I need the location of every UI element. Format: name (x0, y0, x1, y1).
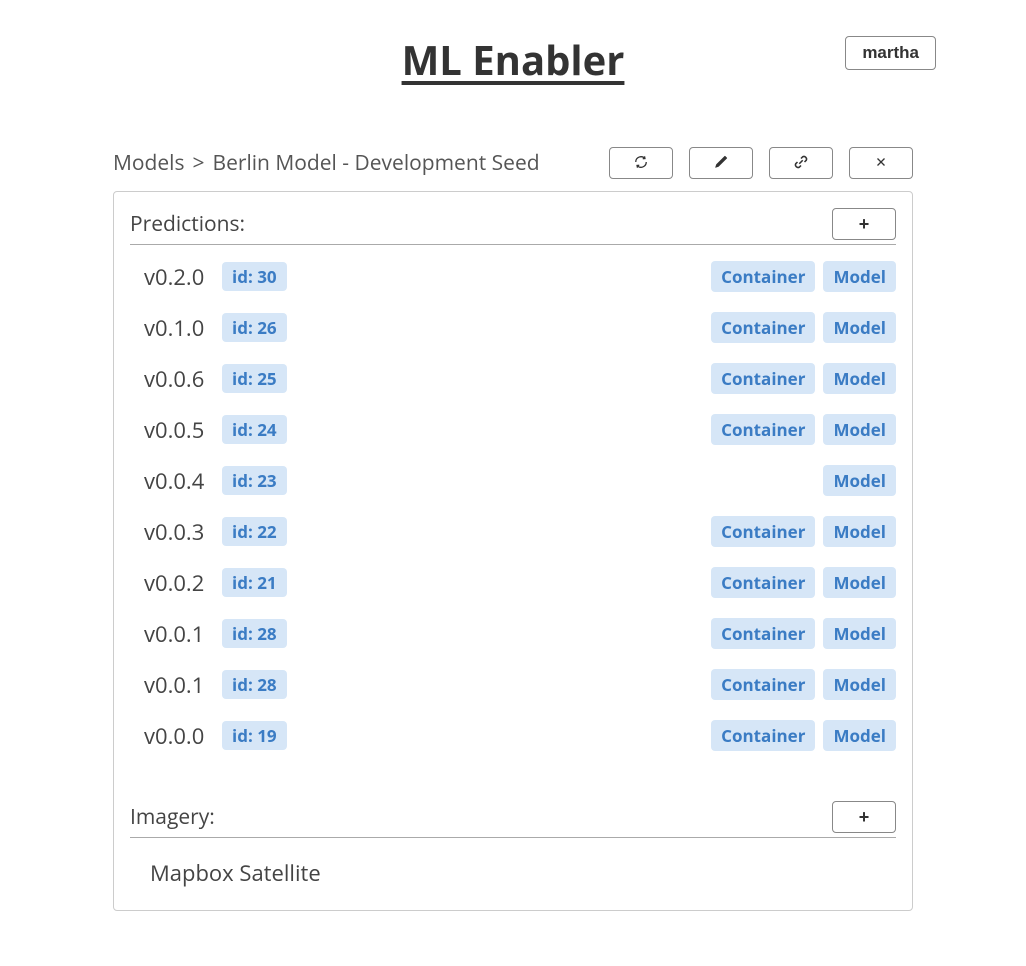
model-panel: Predictions: + v0.2.0 id: 30 Container Mode… (113, 191, 913, 911)
prediction-tag-badge: Model (823, 363, 896, 394)
imagery-section-title: Imagery: (130, 803, 215, 831)
prediction-row[interactable]: v0.0.1 id: 28 Container Model (130, 659, 896, 710)
prediction-row[interactable]: v0.0.2 id: 21 Container Model (130, 557, 896, 608)
prediction-tag-badge: Container (711, 312, 815, 343)
prediction-tag-badge: Container (711, 363, 815, 394)
breadcrumb: Models > Berlin Model - Development Seed (113, 149, 540, 177)
imagery-item[interactable]: Mapbox Satellite (130, 844, 896, 894)
prediction-tag-badge: Model (823, 312, 896, 343)
prediction-id-badge: id: 21 (222, 568, 287, 597)
prediction-tag-badge: Container (711, 516, 815, 547)
prediction-version: v0.0.3 (144, 517, 212, 547)
prediction-version: v0.0.2 (144, 568, 212, 598)
prediction-tag-badge: Model (823, 567, 896, 598)
prediction-tag-badge: Model (823, 618, 896, 649)
prediction-tag-badge: Container (711, 567, 815, 598)
prediction-version: v0.0.1 (144, 619, 212, 649)
prediction-version: v0.2.0 (144, 262, 212, 292)
prediction-version: v0.0.6 (144, 364, 212, 394)
prediction-tag-badge: Model (823, 720, 896, 751)
prediction-tag-badge: Container (711, 720, 815, 751)
add-prediction-button[interactable]: + (832, 208, 896, 240)
predictions-section-title: Predictions: (130, 210, 245, 238)
prediction-id-badge: id: 25 (222, 364, 287, 393)
prediction-row[interactable]: v0.0.6 id: 25 Container Model (130, 353, 896, 404)
refresh-icon (634, 155, 648, 172)
prediction-id-badge: id: 26 (222, 313, 287, 342)
prediction-version: v0.0.4 (144, 466, 212, 496)
prediction-version: v0.0.0 (144, 721, 212, 751)
close-button[interactable] (849, 147, 913, 179)
pencil-icon (714, 155, 728, 172)
page-title[interactable]: ML Enabler (402, 32, 625, 87)
toolbar (609, 147, 913, 179)
prediction-version: v0.0.5 (144, 415, 212, 445)
prediction-version: v0.0.1 (144, 670, 212, 700)
breadcrumb-models-link[interactable]: Models (113, 149, 184, 177)
edit-button[interactable] (689, 147, 753, 179)
link-icon (794, 155, 808, 172)
prediction-row[interactable]: v0.0.0 id: 19 Container Model (130, 710, 896, 761)
predictions-list: v0.2.0 id: 30 Container Model v0.1.0 id: 26 Co… (130, 251, 896, 761)
prediction-tag-badge: Container (711, 261, 815, 292)
prediction-tag-badge: Model (823, 261, 896, 292)
close-icon (874, 155, 888, 172)
link-button[interactable] (769, 147, 833, 179)
prediction-id-badge: id: 22 (222, 517, 287, 546)
breadcrumb-separator: > (192, 149, 204, 177)
prediction-id-badge: id: 24 (222, 415, 287, 444)
prediction-row[interactable]: v0.0.3 id: 22 Container Model (130, 506, 896, 557)
prediction-tag-badge: Container (711, 669, 815, 700)
prediction-id-badge: id: 23 (222, 466, 287, 495)
prediction-tag-badge: Model (823, 516, 896, 547)
add-imagery-button[interactable]: + (832, 801, 896, 833)
prediction-row[interactable]: v0.0.1 id: 28 Container Model (130, 608, 896, 659)
prediction-tag-badge: Model (823, 669, 896, 700)
prediction-tag-badge: Container (711, 618, 815, 649)
prediction-id-badge: id: 30 (222, 262, 287, 291)
imagery-list: Mapbox Satellite (130, 844, 896, 894)
prediction-id-badge: id: 19 (222, 721, 287, 750)
prediction-row[interactable]: v0.0.4 id: 23 Model (130, 455, 896, 506)
prediction-row[interactable]: v0.0.5 id: 24 Container Model (130, 404, 896, 455)
prediction-tag-badge: Model (823, 414, 896, 445)
prediction-tag-badge: Model (823, 465, 896, 496)
prediction-id-badge: id: 28 (222, 619, 287, 648)
prediction-row[interactable]: v0.1.0 id: 26 Container Model (130, 302, 896, 353)
prediction-tag-badge: Container (711, 414, 815, 445)
breadcrumb-current: Berlin Model - Development Seed (213, 149, 540, 177)
user-menu-button[interactable]: martha (845, 36, 936, 70)
prediction-version: v0.1.0 (144, 313, 212, 343)
refresh-button[interactable] (609, 147, 673, 179)
prediction-id-badge: id: 28 (222, 670, 287, 699)
prediction-row[interactable]: v0.2.0 id: 30 Container Model (130, 251, 896, 302)
